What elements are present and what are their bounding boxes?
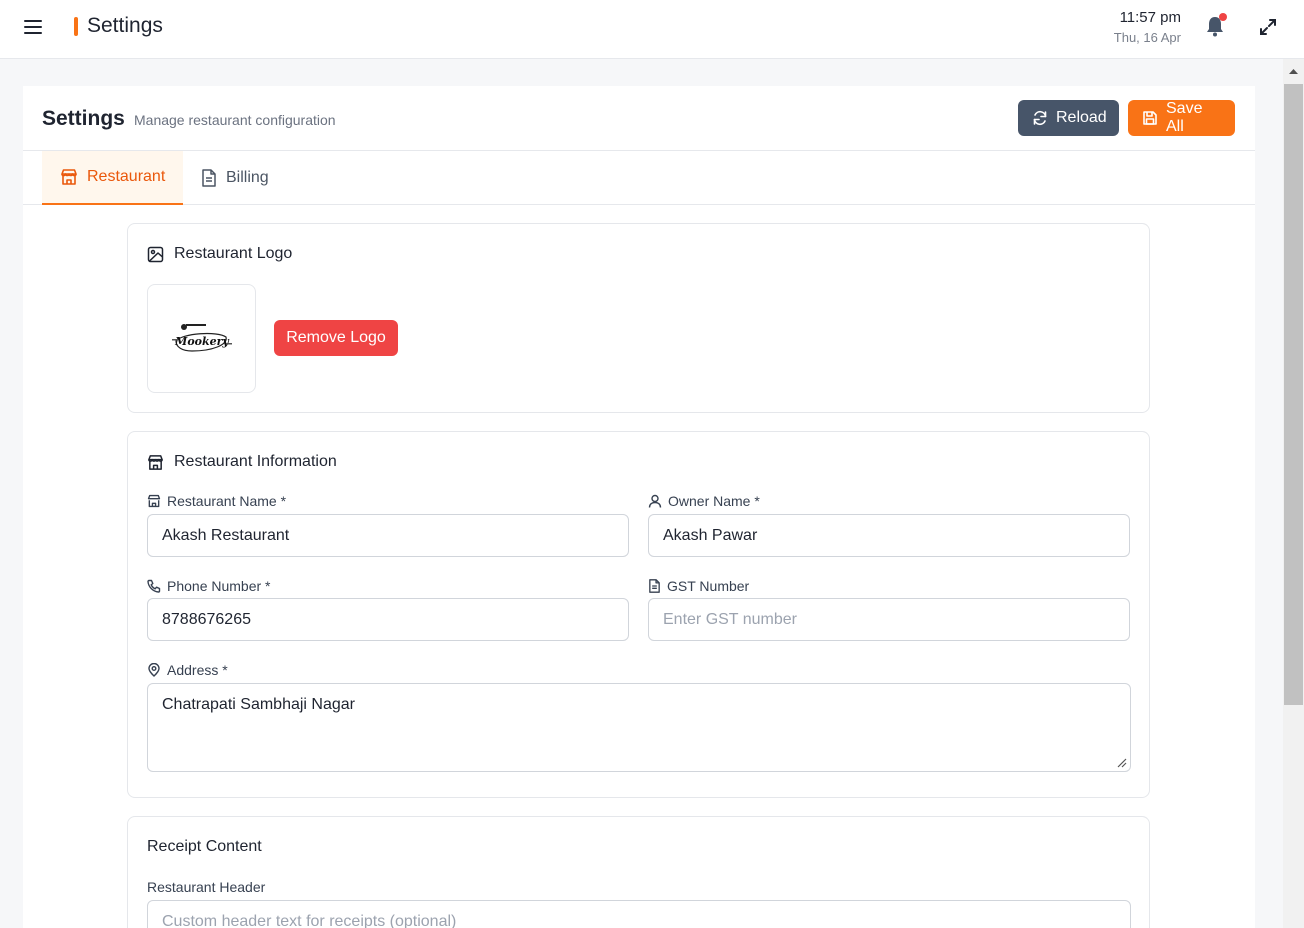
address-label: Address * (147, 662, 228, 678)
image-icon (147, 246, 164, 263)
title-accent-bar (74, 17, 78, 36)
page-title: Settings (42, 107, 125, 130)
menu-icon[interactable] (24, 17, 46, 37)
document-icon (648, 579, 661, 593)
restaurant-logo-card: Restaurant Logo Mookery Remove Logo (127, 223, 1150, 413)
panel-header: Settings Manage restaurant configuration… (23, 86, 1255, 151)
reload-button[interactable]: Reload (1018, 100, 1119, 136)
owner-name-label: Owner Name * (648, 493, 760, 509)
restaurant-logo-heading: Restaurant Logo (174, 245, 293, 262)
refresh-icon (1032, 110, 1048, 126)
clock: 11:57 pm Thu, 16 Apr (1114, 9, 1181, 45)
store-icon (60, 168, 78, 186)
restaurant-information-card: Restaurant Information Restaurant Name *… (127, 431, 1150, 798)
tab-billing[interactable]: Billing (201, 151, 301, 205)
restaurant-logo-title: Restaurant Logo (147, 245, 292, 263)
restaurant-information-heading: Restaurant Information (174, 453, 337, 470)
owner-name-label-text: Owner Name * (668, 493, 760, 509)
logo-preview: Mookery (147, 284, 256, 393)
fullscreen-icon[interactable] (1258, 17, 1278, 37)
clock-time: 11:57 pm (1119, 9, 1181, 26)
notification-badge (1219, 13, 1227, 21)
user-icon (648, 494, 662, 508)
gst-number-input[interactable]: Enter GST number (648, 598, 1130, 641)
scrollbar-thumb[interactable] (1284, 84, 1303, 705)
clock-date: Thu, 16 Apr (1113, 30, 1181, 45)
save-all-button[interactable]: Save All (1128, 100, 1235, 136)
app-title: Settings (87, 14, 163, 37)
save-all-label: Save All (1166, 100, 1203, 135)
phone-number-input[interactable]: 8788676265 (147, 598, 629, 641)
restaurant-header-label: Restaurant Header (147, 879, 266, 895)
tab-billing-label: Billing (226, 169, 269, 186)
gst-number-label-text: GST Number (667, 578, 750, 594)
reload-label: Reload (1056, 109, 1107, 126)
location-pin-icon (147, 663, 161, 677)
resize-grip-icon[interactable] (1115, 756, 1127, 768)
phone-number-label: Phone Number * (147, 578, 271, 594)
phone-number-label-text: Phone Number * (167, 578, 271, 594)
restaurant-name-label-text: Restaurant Name * (167, 493, 287, 509)
store-icon (147, 494, 161, 508)
scrollbar[interactable] (1283, 59, 1304, 928)
document-icon (201, 169, 217, 187)
tab-restaurant-label: Restaurant (87, 168, 166, 185)
phone-icon (147, 579, 161, 593)
receipt-content-card: Receipt Content Restaurant Header Custom… (127, 816, 1150, 928)
settings-panel: Settings Manage restaurant configuration… (23, 86, 1255, 928)
restaurant-name-label: Restaurant Name * (147, 493, 286, 509)
address-value: Chatrapati Sambhaji Nagar (162, 696, 355, 713)
restaurant-header-input[interactable]: Custom header text for receipts (optiona… (147, 900, 1131, 928)
tab-bar: Restaurant Billing (23, 151, 1255, 205)
tab-restaurant[interactable]: Restaurant (42, 151, 183, 205)
gst-number-label: GST Number (648, 578, 749, 594)
store-icon (147, 454, 164, 471)
owner-name-input[interactable]: Akash Pawar (648, 514, 1130, 557)
scroll-up-arrow[interactable] (1283, 59, 1304, 83)
address-textarea[interactable]: Chatrapati Sambhaji Nagar (147, 683, 1131, 772)
page-subtitle: Manage restaurant configuration (134, 112, 336, 128)
top-bar: Settings 11:57 pm Thu, 16 Apr (0, 0, 1304, 59)
address-label-text: Address * (167, 662, 228, 678)
restaurant-information-title: Restaurant Information (147, 453, 337, 471)
receipt-content-heading: Receipt Content (147, 838, 262, 855)
notification-bell-icon[interactable] (1205, 13, 1227, 37)
save-icon (1142, 110, 1158, 126)
remove-logo-button[interactable]: Remove Logo (274, 320, 398, 356)
restaurant-logo-image: Mookery (171, 323, 232, 352)
restaurant-name-input[interactable]: Akash Restaurant (147, 514, 629, 557)
logo-text: Mookery (174, 335, 230, 348)
